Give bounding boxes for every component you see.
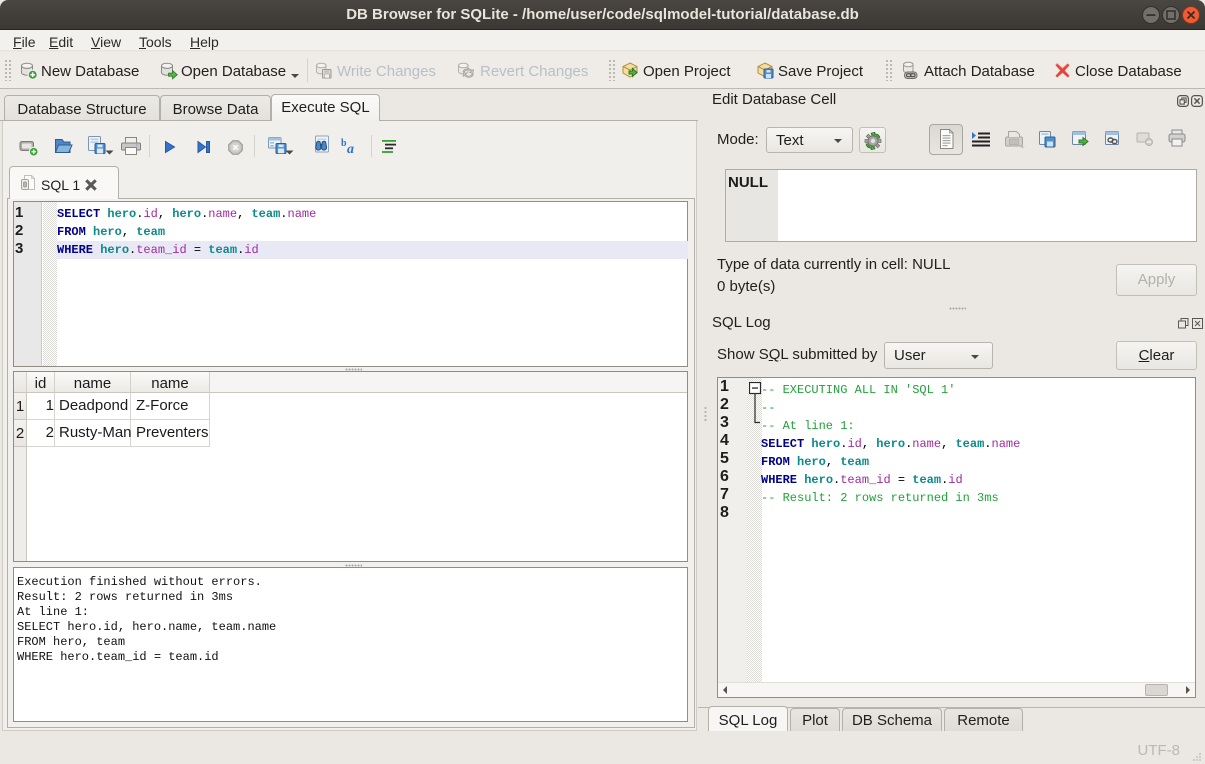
- svg-text:a: a: [347, 142, 354, 156]
